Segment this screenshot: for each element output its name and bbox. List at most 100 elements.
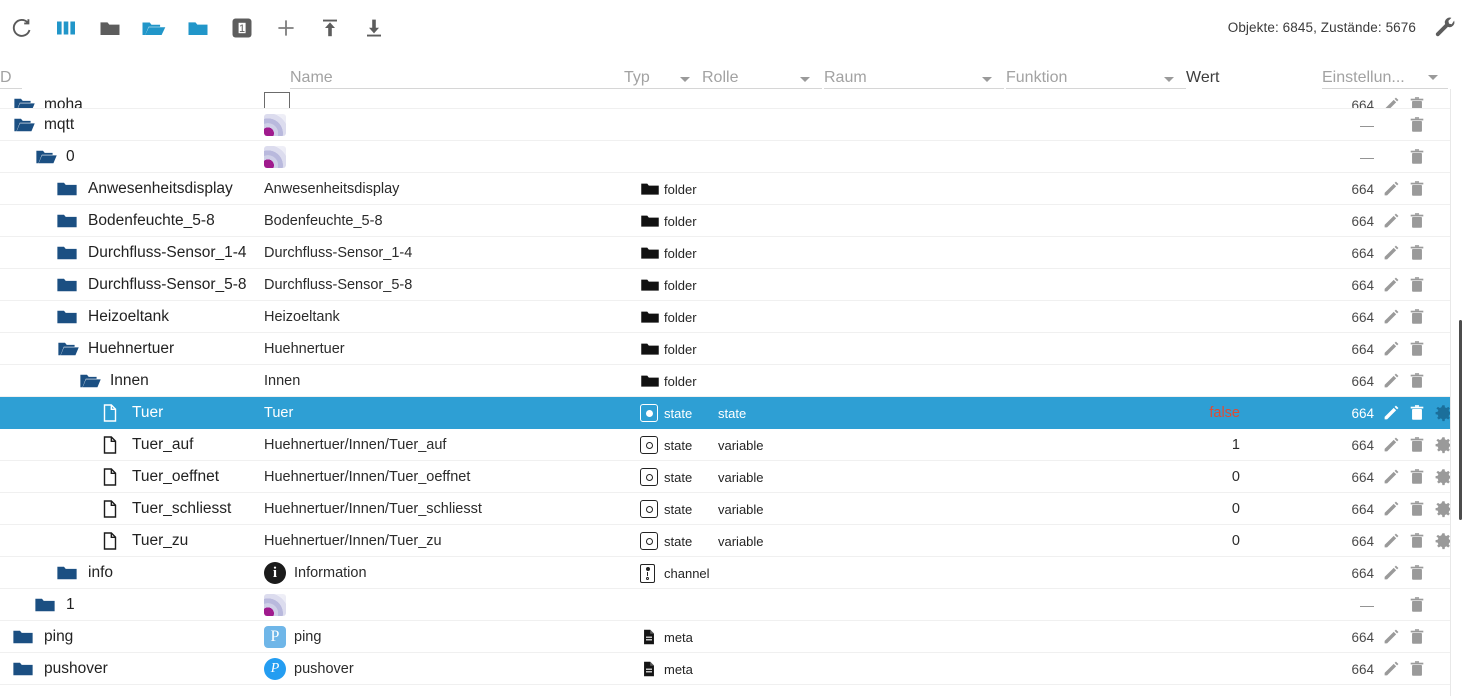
- table-row[interactable]: 0—: [0, 141, 1472, 173]
- row-name-cell[interactable]: [264, 589, 294, 621]
- expand-level-icon[interactable]: 1: [220, 6, 264, 50]
- delete-trash-icon[interactable]: [1404, 109, 1430, 141]
- row-name-cell[interactable]: Huehnertuer/Innen/Tuer_oeffnet: [264, 461, 470, 493]
- row-typ-cell[interactable]: meta: [640, 621, 693, 653]
- table-row[interactable]: Bodenfeuchte_5-8 Bodenfeuchte_5-8 folder 66…: [0, 205, 1472, 237]
- table-row[interactable]: moha 664: [0, 89, 1472, 109]
- row-id-cell[interactable]: Tuer_zu: [0, 525, 188, 557]
- row-name-cell[interactable]: i Information: [264, 557, 367, 589]
- row-id-cell[interactable]: ping: [0, 621, 73, 653]
- row-id-cell[interactable]: Tuer_oeffnet: [0, 461, 219, 493]
- folder-icon[interactable]: [56, 210, 82, 232]
- header-funktion[interactable]: Funktion: [1006, 55, 1186, 89]
- delete-trash-icon[interactable]: [1404, 653, 1430, 685]
- table-row[interactable]: Tuer_zu Huehnertuer/Innen/Tuer_zu state var…: [0, 525, 1472, 557]
- row-wert-cell[interactable]: false: [1130, 397, 1240, 429]
- row-id-cell[interactable]: pushover: [0, 653, 108, 685]
- row-typ-cell[interactable]: folder: [640, 301, 697, 333]
- delete-trash-icon[interactable]: [1404, 557, 1430, 589]
- folder-expand-icon[interactable]: [132, 6, 176, 50]
- delete-trash-icon[interactable]: [1404, 89, 1430, 108]
- table-row[interactable]: Huehnertuer Huehnertuer folder 664: [0, 333, 1472, 365]
- delete-trash-icon[interactable]: [1404, 301, 1430, 333]
- row-id-cell[interactable]: Durchfluss-Sensor_1-4: [0, 237, 247, 269]
- file-icon[interactable]: [100, 434, 126, 456]
- folder-open-icon[interactable]: [12, 114, 38, 136]
- header-name[interactable]: Name: [290, 55, 626, 89]
- row-id-cell[interactable]: Tuer: [0, 397, 163, 429]
- row-typ-cell[interactable]: state: [640, 525, 692, 557]
- row-typ-cell[interactable]: folder: [640, 333, 697, 365]
- delete-trash-icon[interactable]: [1404, 141, 1430, 173]
- row-typ-cell[interactable]: state: [640, 461, 692, 493]
- delete-trash-icon[interactable]: [1404, 173, 1430, 205]
- row-name-cell[interactable]: Anwesenheitsdisplay: [264, 173, 399, 205]
- table-row[interactable]: Tuer_oeffnet Huehnertuer/Innen/Tuer_oeffn…: [0, 461, 1472, 493]
- table-row[interactable]: Durchfluss-Sensor_1-4 Durchfluss-Sensor_1…: [0, 237, 1472, 269]
- edit-pencil-icon[interactable]: [1378, 173, 1404, 205]
- scrollbar-track[interactable]: [1450, 89, 1472, 696]
- folder-icon[interactable]: [56, 306, 82, 328]
- folder-open-icon[interactable]: [78, 370, 104, 392]
- row-id-cell[interactable]: Huehnertuer: [0, 333, 174, 365]
- table-row[interactable]: pushover Ppushover meta 664: [0, 653, 1472, 685]
- delete-trash-icon[interactable]: [1404, 397, 1430, 429]
- row-name-cell[interactable]: Durchfluss-Sensor_1-4: [264, 237, 412, 269]
- folder-open-icon[interactable]: [34, 146, 60, 168]
- row-wert-cell[interactable]: 0: [1130, 525, 1240, 557]
- edit-pencil-icon[interactable]: [1378, 89, 1404, 108]
- row-id-cell[interactable]: info: [0, 557, 113, 589]
- columns-icon[interactable]: [44, 6, 88, 50]
- row-wert-cell[interactable]: 0: [1130, 461, 1240, 493]
- edit-pencil-icon[interactable]: [1378, 397, 1404, 429]
- row-typ-cell[interactable]: state: [640, 397, 692, 429]
- folder-filter-icon[interactable]: [176, 6, 220, 50]
- row-typ-cell[interactable]: folder: [640, 205, 697, 237]
- row-name-cell[interactable]: Innen: [264, 365, 300, 397]
- chevron-down-icon[interactable]: [982, 77, 992, 82]
- delete-trash-icon[interactable]: [1404, 493, 1430, 525]
- chevron-down-icon[interactable]: [680, 77, 690, 82]
- row-rolle-cell[interactable]: state: [718, 397, 746, 429]
- row-typ-cell[interactable]: channel: [640, 557, 710, 589]
- row-wert-cell[interactable]: 0: [1130, 493, 1240, 525]
- table-row[interactable]: Durchfluss-Sensor_5-8 Durchfluss-Sensor_5…: [0, 269, 1472, 301]
- file-icon[interactable]: [100, 402, 126, 424]
- folder-open-icon[interactable]: [56, 338, 82, 360]
- table-row[interactable]: 1—: [0, 589, 1472, 621]
- export-icon[interactable]: [352, 6, 396, 50]
- delete-trash-icon[interactable]: [1404, 461, 1430, 493]
- row-wert-cell[interactable]: 1: [1130, 429, 1240, 461]
- row-id-cell[interactable]: 1: [0, 589, 75, 621]
- row-name-cell[interactable]: Ppushover: [264, 653, 354, 685]
- row-name-cell[interactable]: [264, 141, 294, 173]
- edit-pencil-icon[interactable]: [1378, 205, 1404, 237]
- edit-pencil-icon[interactable]: [1378, 493, 1404, 525]
- file-icon[interactable]: [100, 530, 126, 552]
- delete-trash-icon[interactable]: [1404, 365, 1430, 397]
- table-row[interactable]: Tuer_auf Huehnertuer/Innen/Tuer_auf state v…: [0, 429, 1472, 461]
- folder-icon[interactable]: [56, 242, 82, 264]
- chevron-down-icon[interactable]: [1164, 77, 1174, 82]
- row-name-cell[interactable]: Pping: [264, 621, 321, 653]
- folder-icon[interactable]: [56, 274, 82, 296]
- folder-icon[interactable]: [12, 658, 38, 680]
- row-id-cell[interactable]: Tuer_auf: [0, 429, 193, 461]
- header-wert[interactable]: Wert: [1186, 55, 1306, 89]
- header-rolle[interactable]: Rolle: [702, 55, 822, 89]
- row-name-cell[interactable]: [264, 109, 294, 141]
- row-id-cell[interactable]: mqtt: [0, 109, 74, 141]
- chevron-down-icon[interactable]: [1428, 75, 1438, 80]
- edit-pencil-icon[interactable]: [1378, 429, 1404, 461]
- table-row[interactable]: Tuer_schliesst Huehnertuer/Innen/Tuer_sch…: [0, 493, 1472, 525]
- folder-icon[interactable]: [12, 626, 38, 648]
- folder-icon[interactable]: [56, 562, 82, 584]
- row-name-cell[interactable]: [264, 89, 294, 108]
- row-id-cell[interactable]: Durchfluss-Sensor_5-8: [0, 269, 247, 301]
- table-row[interactable]: Innen Innen folder 664: [0, 365, 1472, 397]
- edit-pencil-icon[interactable]: [1378, 461, 1404, 493]
- edit-pencil-icon[interactable]: [1378, 365, 1404, 397]
- delete-trash-icon[interactable]: [1404, 429, 1430, 461]
- edit-pencil-icon[interactable]: [1378, 621, 1404, 653]
- row-typ-cell[interactable]: folder: [640, 269, 697, 301]
